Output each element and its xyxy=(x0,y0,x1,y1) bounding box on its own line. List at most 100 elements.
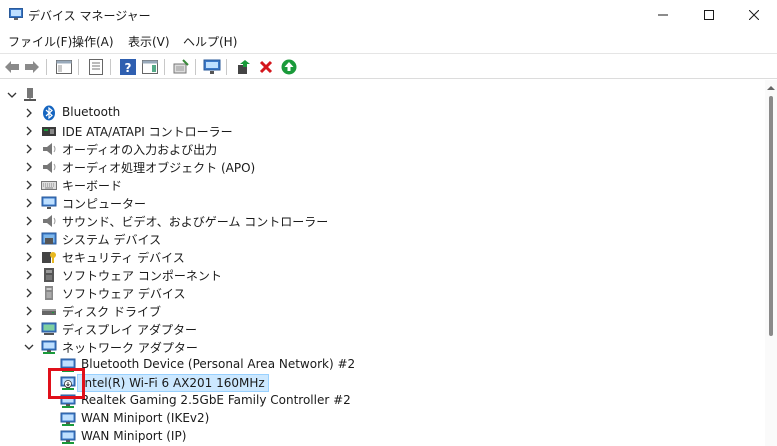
scan-hardware-icon xyxy=(173,59,189,74)
chevron-right-icon[interactable] xyxy=(22,214,36,228)
show-hide-console-tree-icon xyxy=(56,60,72,74)
computer-root-icon xyxy=(24,88,36,101)
tree-category-label: ディスプレイ アダプター xyxy=(62,323,197,337)
tree-category-label: コンピューター xyxy=(62,197,147,211)
tree-device-row[interactable]: WAN Miniport (IP) xyxy=(0,428,765,446)
tree-device-row[interactable]: WAN Miniport (IKEv2) xyxy=(0,410,765,428)
menu-bar: ファイル(F) 操作(A) 表示(V) ヘルプ(H) xyxy=(0,30,777,52)
chevron-right-icon[interactable] xyxy=(22,160,36,174)
chevron-right-icon[interactable] xyxy=(22,268,36,282)
forward-arrow-icon xyxy=(25,61,39,73)
update-driver-button[interactable] xyxy=(234,57,254,77)
tree-category-row[interactable]: オーディオ処理オブジェクト (APO) xyxy=(0,158,765,176)
tree-category-row[interactable]: ネットワーク アダプター xyxy=(0,338,765,356)
properties-button[interactable] xyxy=(86,57,106,77)
tree-device-row[interactable]: Realtek Gaming 2.5GbE Family Controller … xyxy=(0,392,765,410)
tree-category-label: キーボード xyxy=(62,179,123,193)
menu-action[interactable]: 操作(A) xyxy=(72,33,114,50)
help-button[interactable]: ? xyxy=(118,57,138,77)
tree-category-row[interactable]: セキュリティ デバイス xyxy=(0,248,765,266)
back-arrow-icon xyxy=(5,61,19,73)
display-adapter-icon xyxy=(41,322,57,335)
help-icon: ? xyxy=(120,59,136,75)
chevron-right-icon[interactable] xyxy=(22,124,36,138)
tree-device-label: Bluetooth Device (Personal Area Network)… xyxy=(81,357,356,371)
enable-device-icon xyxy=(281,59,297,75)
tree-category-label: ソフトウェア デバイス xyxy=(62,287,186,301)
speaker-icon xyxy=(43,215,56,227)
bluetooth-icon xyxy=(43,105,55,121)
chevron-right-icon[interactable] xyxy=(22,178,36,192)
tree-category-label: ネットワーク アダプター xyxy=(62,341,198,355)
close-button[interactable] xyxy=(731,0,777,30)
annotation-highlight-box xyxy=(48,368,85,399)
chevron-right-icon[interactable] xyxy=(22,304,36,318)
tree-category-label: ディスク ドライブ xyxy=(62,305,161,319)
close-icon xyxy=(749,10,759,20)
monitor-icon xyxy=(203,59,221,74)
minimize-icon xyxy=(658,14,668,16)
uninstall-button[interactable] xyxy=(256,57,276,77)
tree-category-row[interactable]: ソフトウェア コンポーネント xyxy=(0,266,765,284)
tree-category-row[interactable]: ディスク ドライブ xyxy=(0,302,765,320)
tree-device-row[interactable]: Bluetooth Device (Personal Area Network)… xyxy=(0,356,765,374)
minimize-button[interactable] xyxy=(640,0,686,30)
title-bar: デバイス マネージャー xyxy=(0,0,777,30)
enable-device-button[interactable] xyxy=(279,57,299,77)
tree-category-row[interactable]: キーボード xyxy=(0,176,765,194)
chevron-right-icon[interactable] xyxy=(22,250,36,264)
vertical-scrollbar[interactable] xyxy=(765,80,777,446)
forward-button[interactable] xyxy=(22,57,42,77)
action-pane-button[interactable] xyxy=(140,57,160,77)
chevron-right-icon[interactable] xyxy=(22,142,36,156)
display-button[interactable] xyxy=(202,57,222,77)
network-adapter-icon xyxy=(60,430,76,444)
tree-category-row[interactable]: コンピューター xyxy=(0,194,765,212)
show-hide-console-tree-button[interactable] xyxy=(54,57,74,77)
menu-file[interactable]: ファイル(F) xyxy=(8,33,72,50)
tree-category-label: オーディオの入力および出力 xyxy=(62,143,218,157)
back-button[interactable] xyxy=(2,57,22,77)
tree-category-row[interactable]: IDE ATA/ATAPI コントローラー xyxy=(0,122,765,140)
menu-help[interactable]: ヘルプ(H) xyxy=(183,33,237,50)
network-adapter-icon xyxy=(41,340,57,354)
chevron-down-icon[interactable] xyxy=(22,340,36,354)
menu-view[interactable]: 表示(V) xyxy=(128,33,170,50)
tree-category-label: システム デバイス xyxy=(62,233,162,247)
update-driver-icon xyxy=(238,60,250,74)
tree-device-row-selected[interactable]: Intel(R) Wi-Fi 6 AX201 160MHz xyxy=(0,374,765,392)
keyboard-icon xyxy=(41,181,57,190)
maximize-icon xyxy=(704,10,714,20)
security-key-icon xyxy=(42,252,56,263)
toolbar: ? xyxy=(0,53,777,79)
tree-category-row[interactable]: システム デバイス xyxy=(0,230,765,248)
chevron-right-icon[interactable] xyxy=(22,232,36,246)
chevron-down-icon[interactable] xyxy=(5,88,19,102)
system-device-icon xyxy=(41,232,57,245)
window-title: デバイス マネージャー xyxy=(28,9,151,23)
chevron-right-icon[interactable] xyxy=(22,196,36,210)
tree-category-label: セキュリティ デバイス xyxy=(62,251,185,265)
scroll-up-icon[interactable] xyxy=(767,84,775,92)
maximize-button[interactable] xyxy=(686,0,732,30)
speaker-icon xyxy=(43,161,56,173)
chevron-right-icon[interactable] xyxy=(22,106,36,120)
tree-device-label: WAN Miniport (IKEv2) xyxy=(81,411,210,425)
tree-device-label: Realtek Gaming 2.5GbE Family Controller … xyxy=(81,393,351,407)
tree-category-label: サウンド、ビデオ、およびゲーム コントローラー xyxy=(62,215,329,229)
tree-category-row[interactable]: Bluetooth xyxy=(0,104,765,122)
device-tree: Bluetooth IDE ATA/ATAPI コントローラー オーディオの入力… xyxy=(0,80,765,446)
chevron-right-icon[interactable] xyxy=(22,286,36,300)
tree-category-row[interactable]: オーディオの入力および出力 xyxy=(0,140,765,158)
scan-hardware-button[interactable] xyxy=(171,57,191,77)
scrollbar-thumb[interactable] xyxy=(769,96,773,336)
tree-category-row[interactable]: ディスプレイ アダプター xyxy=(0,320,765,338)
tree-category-label: オーディオ処理オブジェクト (APO) xyxy=(62,161,256,175)
tree-device-label-selected: Intel(R) Wi-Fi 6 AX201 160MHz xyxy=(77,374,269,392)
chevron-right-icon[interactable] xyxy=(22,322,36,336)
tree-category-row[interactable]: ソフトウェア デバイス xyxy=(0,284,765,302)
tree-root[interactable] xyxy=(0,86,765,104)
uninstall-icon xyxy=(259,60,273,74)
svg-text:?: ? xyxy=(125,61,132,75)
tree-category-row[interactable]: サウンド、ビデオ、およびゲーム コントローラー xyxy=(0,212,765,230)
